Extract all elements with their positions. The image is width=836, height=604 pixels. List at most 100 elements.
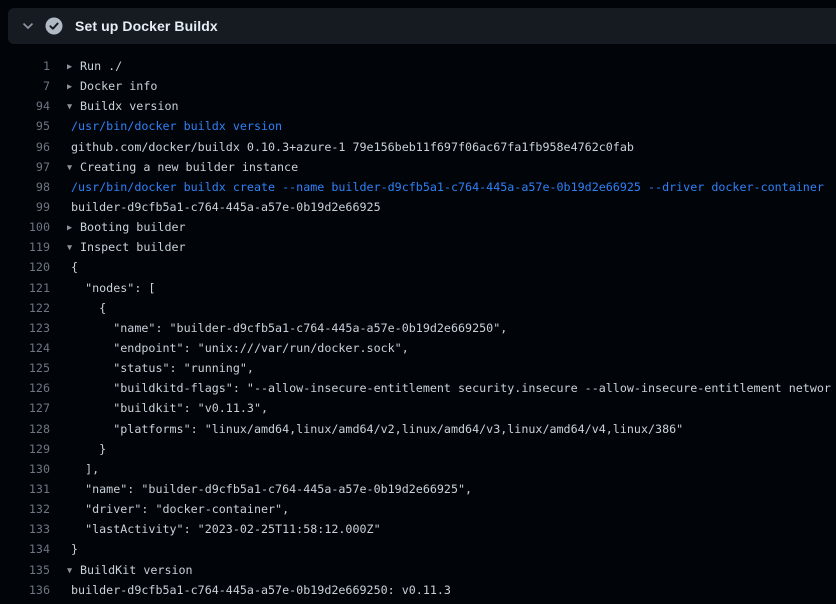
line-text: builder-d9cfb5a1-c764-445a-a57e-0b19d2e6… [71,200,381,214]
line-text: "driver": "docker-container", [71,502,289,516]
line-number: 126 [0,378,50,398]
line-body: { [50,298,836,318]
line-number: 96 [0,137,50,157]
log-line: 136 builder-d9cfb5a1-c764-445a-a57e-0b19… [0,580,836,600]
log-line: 126 "buildkitd-flags": "--allow-insecure… [0,378,836,398]
line-text: } [71,442,106,456]
disclosure-triangle-icon[interactable]: ▶ [67,57,80,76]
line-number: 123 [0,318,50,338]
line-number: 95 [0,116,50,136]
line-text: Run ./ [80,59,122,73]
log-line: 122 { [0,298,836,318]
line-body: "name": "builder-d9cfb5a1-c764-445a-a57e… [50,479,836,499]
line-body: "lastActivity": "2023-02-25T11:58:12.000… [50,519,836,539]
line-body: /usr/bin/docker buildx version [50,116,836,136]
log-line: 121 "nodes": [ [0,278,836,298]
log-line: 127 "buildkit": "v0.11.3", [0,398,836,418]
log-line[interactable]: 1 ▶Run ./ [0,56,836,76]
line-body: } [50,539,836,559]
line-body: } [50,439,836,459]
log-area: 1 ▶Run ./ 7 ▶Docker info 94 ▼Buildx vers… [0,56,836,600]
line-number: 129 [0,439,50,459]
line-body: "buildkitd-flags": "--allow-insecure-ent… [50,378,836,398]
disclosure-triangle-icon[interactable]: ▶ [67,218,80,237]
line-number: 1 [0,56,50,76]
log-line[interactable]: 100 ▶Booting builder [0,217,836,237]
line-number: 132 [0,499,50,519]
log-line[interactable]: 97 ▼Creating a new builder instance [0,157,836,177]
disclosure-triangle-icon[interactable]: ▼ [67,158,80,177]
log-line: 95 /usr/bin/docker buildx version [0,116,836,136]
step-header[interactable]: Set up Docker Buildx [8,8,836,44]
line-text: "nodes": [ [71,281,155,295]
line-number: 98 [0,177,50,197]
log-line: 125 "status": "running", [0,358,836,378]
line-text: /usr/bin/docker buildx version [71,119,282,133]
line-number: 122 [0,298,50,318]
log-line[interactable]: 135 ▼BuildKit version [0,560,836,580]
line-body: ▼BuildKit version [50,560,836,580]
step-title: Set up Docker Buildx [75,18,218,34]
disclosure-triangle-icon[interactable]: ▼ [67,238,80,257]
line-body: ], [50,459,836,479]
line-text: Booting builder [80,220,186,234]
line-number: 119 [0,237,50,257]
line-text: github.com/docker/buildx 0.10.3+azure-1 … [71,140,634,154]
line-text: { [71,301,106,315]
line-text: "status": "running", [71,361,254,375]
actions-log-viewer: Set up Docker Buildx 1 ▶Run ./ 7 ▶Docker… [0,0,836,604]
line-text: Buildx version [80,99,179,113]
line-text: "platforms": "linux/amd64,linux/amd64/v2… [71,422,683,436]
log-line: 120 { [0,257,836,277]
log-line[interactable]: 94 ▼Buildx version [0,96,836,116]
line-text: "buildkitd-flags": "--allow-insecure-ent… [71,381,831,395]
line-text: Creating a new builder instance [80,160,298,174]
line-text: /usr/bin/docker buildx create --name bui… [71,180,824,194]
line-body: ▼Creating a new builder instance [50,157,836,177]
line-number: 124 [0,338,50,358]
line-body: ▶Run ./ [50,56,836,76]
check-circle-icon [45,17,63,35]
line-text: } [71,542,78,556]
chevron-down-icon[interactable] [20,18,36,34]
log-line[interactable]: 119 ▼Inspect builder [0,237,836,257]
disclosure-triangle-icon[interactable]: ▶ [67,77,80,96]
line-body: "platforms": "linux/amd64,linux/amd64/v2… [50,419,836,439]
line-number: 134 [0,539,50,559]
line-number: 99 [0,197,50,217]
log-line: 132 "driver": "docker-container", [0,499,836,519]
line-body: "buildkit": "v0.11.3", [50,398,836,418]
line-text: Inspect builder [80,240,186,254]
line-number: 125 [0,358,50,378]
log-line: 134 } [0,539,836,559]
line-body: ▶Booting builder [50,217,836,237]
line-body: builder-d9cfb5a1-c764-445a-a57e-0b19d2e6… [50,580,836,600]
line-number: 131 [0,479,50,499]
line-body: "nodes": [ [50,278,836,298]
line-body: "driver": "docker-container", [50,499,836,519]
line-text: BuildKit version [80,563,193,577]
line-body: ▶Docker info [50,76,836,96]
line-text: "buildkit": "v0.11.3", [71,401,268,415]
log-line: 124 "endpoint": "unix:///var/run/docker.… [0,338,836,358]
line-number: 136 [0,580,50,600]
line-text: "name": "builder-d9cfb5a1-c764-445a-a57e… [71,482,472,496]
log-line: 123 "name": "builder-d9cfb5a1-c764-445a-… [0,318,836,338]
line-number: 94 [0,96,50,116]
line-text: "endpoint": "unix:///var/run/docker.sock… [71,341,409,355]
line-number: 7 [0,76,50,96]
line-body: { [50,257,836,277]
log-line[interactable]: 7 ▶Docker info [0,76,836,96]
line-body: ▼Buildx version [50,96,836,116]
line-number: 128 [0,419,50,439]
log-line: 99 builder-d9cfb5a1-c764-445a-a57e-0b19d… [0,197,836,217]
disclosure-triangle-icon[interactable]: ▼ [67,97,80,116]
line-text: "name": "builder-d9cfb5a1-c764-445a-a57e… [71,321,507,335]
line-number: 127 [0,398,50,418]
line-number: 121 [0,278,50,298]
line-number: 120 [0,257,50,277]
line-text: ], [71,462,99,476]
line-body: "endpoint": "unix:///var/run/docker.sock… [50,338,836,358]
disclosure-triangle-icon[interactable]: ▼ [67,561,80,580]
line-number: 133 [0,519,50,539]
